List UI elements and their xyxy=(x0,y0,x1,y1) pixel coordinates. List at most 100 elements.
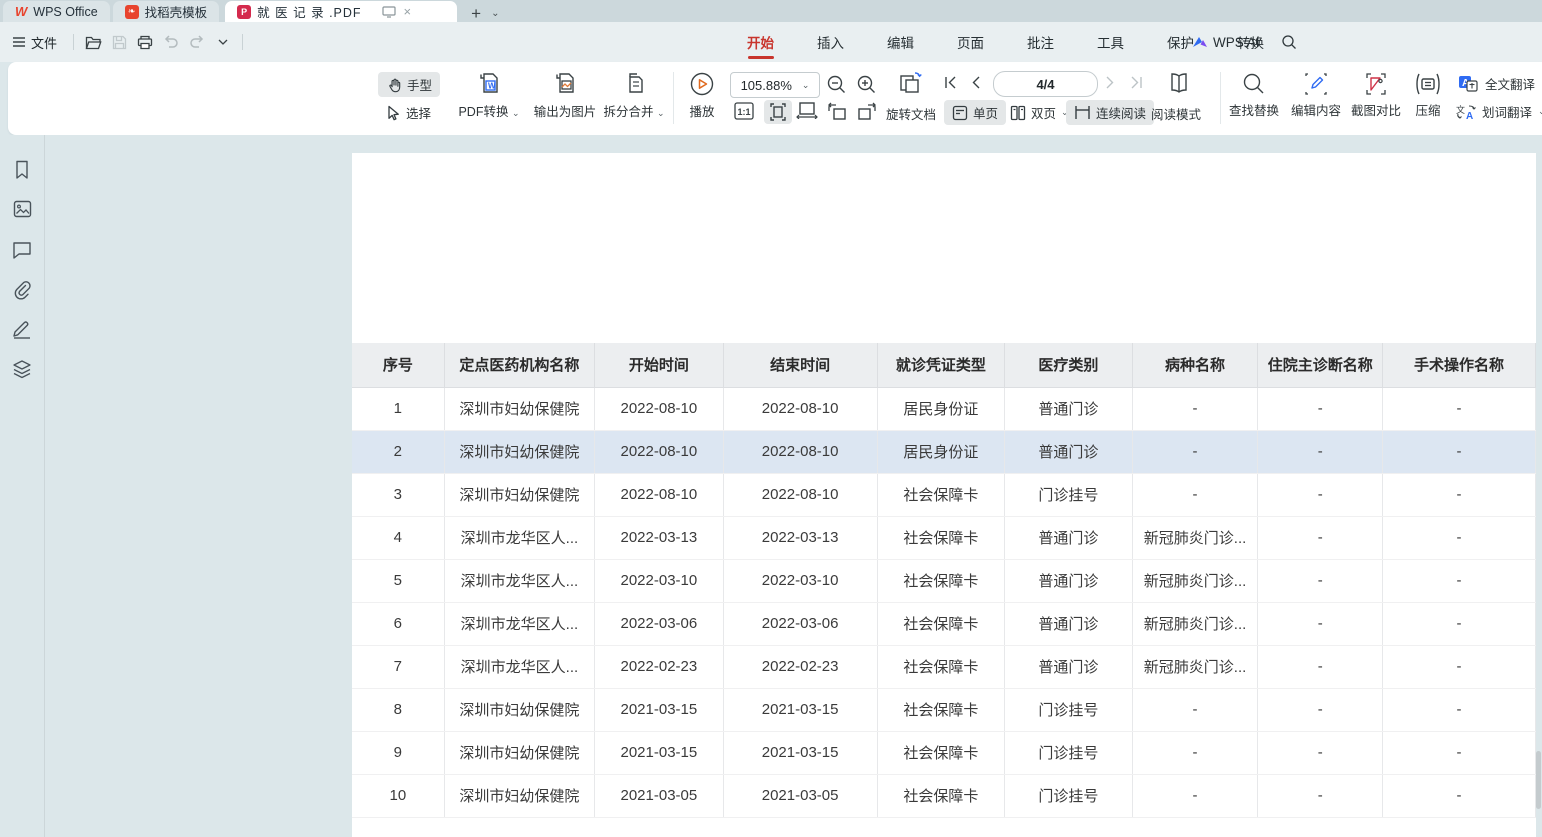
edit-pencil-icon xyxy=(1304,72,1328,96)
compress-label: 压缩 xyxy=(1415,100,1440,119)
double-page-icon xyxy=(1010,105,1026,121)
zoom-out-button[interactable] xyxy=(826,74,847,95)
table-cell: 2022-03-13 xyxy=(595,516,723,559)
table-header-cell: 定点医药机构名称 xyxy=(444,343,594,387)
menu-tab-3[interactable]: 页面 xyxy=(942,22,999,62)
scrollbar-thumb[interactable] xyxy=(1536,751,1541,809)
svg-text:A: A xyxy=(1466,111,1473,121)
read-mode-icon[interactable] xyxy=(1166,72,1192,96)
hamburger-icon xyxy=(12,36,26,48)
actual-size-button[interactable]: 1:1 xyxy=(734,102,754,120)
zoom-level-value: 105.88% xyxy=(741,78,792,93)
table-cell: - xyxy=(1132,430,1258,473)
table-cell: 2021-03-15 xyxy=(595,731,723,774)
table-cell: 5 xyxy=(352,559,444,602)
read-mode-label[interactable]: 阅读模式 xyxy=(1151,104,1201,123)
edit-content-button[interactable]: 编辑内容 xyxy=(1288,72,1344,119)
table-cell: - xyxy=(1132,473,1258,516)
layers-icon[interactable] xyxy=(10,357,34,381)
zoom-level-select[interactable]: 105.88% ⌄ xyxy=(730,72,820,98)
next-page-button[interactable] xyxy=(1106,76,1115,89)
table-cell: - xyxy=(1382,645,1535,688)
table-cell: 社会保障卡 xyxy=(877,602,1004,645)
table-cell: 深圳市妇幼保健院 xyxy=(444,774,594,817)
attachment-icon[interactable] xyxy=(10,278,34,302)
rotate-right-button[interactable] xyxy=(856,102,878,121)
table-cell: 门诊挂号 xyxy=(1005,731,1133,774)
table-cell: 新冠肺炎门诊... xyxy=(1132,516,1258,559)
zoom-in-button[interactable] xyxy=(856,74,877,95)
table-header-cell: 就诊凭证类型 xyxy=(877,343,1004,387)
continuous-read-button[interactable]: 连续阅读 xyxy=(1066,100,1154,125)
comment-icon[interactable] xyxy=(10,238,34,262)
table-header-cell: 结束时间 xyxy=(723,343,877,387)
single-page-button[interactable]: 单页 xyxy=(944,100,1006,125)
bookmark-icon[interactable] xyxy=(10,158,34,182)
table-cell: - xyxy=(1132,387,1258,430)
thumbnails-icon[interactable] xyxy=(10,197,34,221)
compress-button[interactable]: 压缩 xyxy=(1406,72,1450,119)
full-translate-button[interactable]: A 全文翻译 xyxy=(1458,74,1535,93)
table-cell: 2022-02-23 xyxy=(723,645,877,688)
open-file-icon[interactable] xyxy=(80,30,106,54)
toolbar-more-chevron-icon[interactable] xyxy=(210,30,236,54)
present-monitor-icon[interactable] xyxy=(382,6,396,18)
ribbon-divider xyxy=(1220,72,1221,124)
screenshot-compare-button[interactable]: 截图对比 xyxy=(1348,72,1404,119)
word-translate-button[interactable]: 文A 划词翻译 ⌄ xyxy=(1456,102,1542,121)
table-cell: 7 xyxy=(352,645,444,688)
table-cell: 普通门诊 xyxy=(1005,387,1133,430)
find-replace-button[interactable]: 查找替换 xyxy=(1226,72,1282,119)
tab-label: 找稻壳模板 xyxy=(145,2,208,21)
signature-pen-icon[interactable] xyxy=(10,317,34,341)
pdf-convert-button[interactable]: W PDF转换 ⌄ xyxy=(451,71,527,120)
tab-docer-templates[interactable]: ❧ 找稻壳模板 xyxy=(113,1,220,22)
export-image-icon xyxy=(552,71,578,97)
save-icon[interactable] xyxy=(106,30,132,54)
tab-list-chevron-icon[interactable]: ⌄ xyxy=(491,8,499,19)
first-page-button[interactable] xyxy=(944,76,957,89)
export-image-button[interactable]: 输出为图片 xyxy=(525,71,605,120)
rotate-left-button[interactable] xyxy=(826,102,848,121)
menu-tab-5[interactable]: 工具 xyxy=(1082,22,1139,62)
prev-page-button[interactable] xyxy=(971,76,980,89)
close-tab-icon[interactable]: × xyxy=(404,4,412,19)
tab-wps-office[interactable]: W WPS Office xyxy=(3,1,110,22)
split-merge-button[interactable]: 拆分合并 ⌄ xyxy=(596,71,672,120)
menu-tab-2[interactable]: 编辑 xyxy=(872,22,929,62)
table-cell: 4 xyxy=(352,516,444,559)
table-cell: 普通门诊 xyxy=(1005,430,1133,473)
menu-tab-0[interactable]: 开始 xyxy=(732,22,789,62)
table-cell: 2 xyxy=(352,430,444,473)
rotate-document-label[interactable]: 旋转文档 xyxy=(886,104,936,123)
menu-tab-4[interactable]: 批注 xyxy=(1012,22,1069,62)
divider xyxy=(242,34,243,50)
table-cell: - xyxy=(1258,387,1382,430)
double-page-button[interactable]: 双页 ⌄ xyxy=(1004,100,1075,125)
fit-width-button[interactable] xyxy=(796,102,818,119)
last-page-button[interactable] xyxy=(1130,76,1143,89)
hand-tool-button[interactable]: 手型 xyxy=(378,72,440,97)
undo-icon[interactable] xyxy=(158,30,184,54)
edit-content-label: 编辑内容 xyxy=(1291,100,1341,119)
page-number-input[interactable]: 4/4 xyxy=(993,71,1098,97)
print-icon[interactable] xyxy=(132,30,158,54)
menu-search-icon[interactable] xyxy=(1276,30,1302,54)
vertical-scrollbar[interactable] xyxy=(1535,135,1542,837)
document-workspace: 序号定点医药机构名称开始时间结束时间就诊凭证类型医疗类别病种名称住院主诊断名称手… xyxy=(0,135,1542,837)
new-tab-button[interactable]: + xyxy=(471,5,481,22)
redo-icon[interactable] xyxy=(184,30,210,54)
play-button[interactable]: 播放 xyxy=(680,71,724,120)
table-cell: 深圳市龙华区人... xyxy=(444,602,594,645)
tab-document-pdf[interactable]: P 就 医 记 录 .PDF × xyxy=(225,1,457,22)
file-menu-button[interactable]: 文件 xyxy=(0,33,67,52)
menu-tab-1[interactable]: 插入 xyxy=(802,22,859,62)
fit-page-button[interactable] xyxy=(764,100,792,124)
menu-item-wps-ai[interactable]: WPS AI xyxy=(1192,35,1260,50)
chevron-down-icon: ⌄ xyxy=(657,108,665,118)
table-cell: 1 xyxy=(352,387,444,430)
compress-icon xyxy=(1415,72,1441,96)
rotate-document-icon[interactable] xyxy=(896,70,924,98)
select-tool-button[interactable]: 选择 xyxy=(378,100,439,125)
wps-logo-icon: W xyxy=(15,4,27,19)
